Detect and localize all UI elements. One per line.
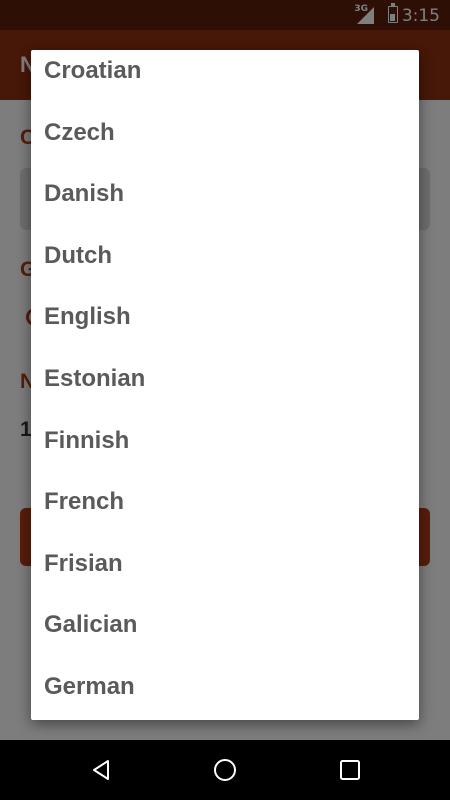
language-option[interactable]: Finnish xyxy=(31,410,419,472)
language-option[interactable]: English xyxy=(31,286,419,348)
language-option[interactable]: Estonian xyxy=(31,348,419,410)
language-dropdown: Croatian Czech Danish Dutch English Esto… xyxy=(31,50,419,720)
language-option[interactable]: German xyxy=(31,656,419,718)
language-option[interactable]: Czech xyxy=(31,102,419,164)
language-option[interactable]: Danish xyxy=(31,163,419,225)
navigation-bar xyxy=(0,740,450,800)
language-list: Croatian Czech Danish Dutch English Esto… xyxy=(31,50,419,718)
home-icon[interactable] xyxy=(213,758,237,782)
language-option[interactable]: Dutch xyxy=(31,225,419,287)
screen: 3G 3:15 N C G N 1 Croatian Czech Danish … xyxy=(0,0,450,800)
recents-icon[interactable] xyxy=(339,759,361,781)
language-option[interactable]: Frisian xyxy=(31,533,419,595)
back-icon[interactable] xyxy=(90,759,112,781)
language-option[interactable]: French xyxy=(31,471,419,533)
language-option[interactable]: Galician xyxy=(31,594,419,656)
language-option[interactable]: Croatian xyxy=(31,50,419,102)
